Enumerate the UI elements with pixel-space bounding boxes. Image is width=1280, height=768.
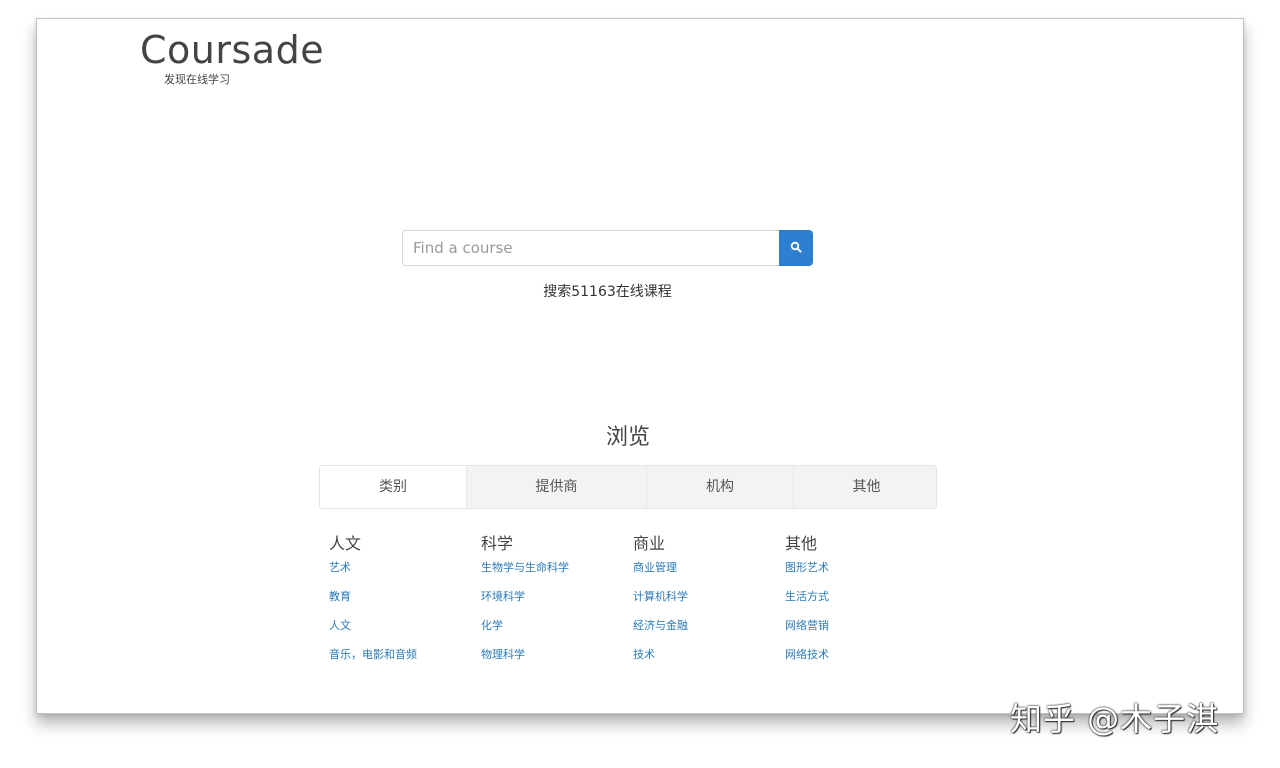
- category-link[interactable]: 网络营销: [785, 615, 937, 644]
- search-input[interactable]: [402, 230, 779, 266]
- watermark-text: 知乎 @木子淇: [1010, 700, 1220, 738]
- category-column-science: 科学 生物学与生命科学 环境科学 化学 物理科学: [481, 531, 633, 673]
- category-heading: 人文: [329, 534, 362, 553]
- category-link[interactable]: 计算机科学: [633, 586, 785, 615]
- category-columns: 人文 艺术 教育 人文 音乐，电影和音频 科学 生物学与生命科学 环境科学 化学…: [329, 531, 949, 673]
- category-link[interactable]: 教育: [329, 586, 481, 615]
- category-link[interactable]: 网络技术: [785, 644, 937, 673]
- category-link[interactable]: 生活方式: [785, 586, 937, 615]
- browse-heading: 浏览: [605, 425, 650, 450]
- course-count-text: 搜索51163在线课程: [543, 284, 672, 300]
- tab-other[interactable]: 其他: [793, 466, 936, 508]
- tab-providers[interactable]: 提供商: [466, 466, 646, 508]
- category-link[interactable]: 生物学与生命科学: [481, 557, 633, 586]
- category-column-humanities: 人文 艺术 教育 人文 音乐，电影和音频: [329, 531, 481, 673]
- search-icon: [790, 241, 802, 256]
- search-bar: [402, 230, 813, 266]
- site-logo[interactable]: Coursade: [140, 28, 324, 72]
- category-column-business: 商业 商业管理 计算机科学 经济与金融 技术: [633, 531, 785, 673]
- category-link[interactable]: 图形艺术: [785, 557, 937, 586]
- category-link[interactable]: 经济与金融: [633, 615, 785, 644]
- tab-institutions[interactable]: 机构: [646, 466, 793, 508]
- search-button[interactable]: [779, 230, 813, 266]
- category-link[interactable]: 技术: [633, 644, 785, 673]
- category-link[interactable]: 环境科学: [481, 586, 633, 615]
- tab-categories[interactable]: 类别: [320, 466, 466, 508]
- category-link[interactable]: 商业管理: [633, 557, 785, 586]
- category-link[interactable]: 人文: [329, 615, 481, 644]
- category-link[interactable]: 艺术: [329, 557, 481, 586]
- category-link[interactable]: 物理科学: [481, 644, 633, 673]
- site-tagline: 发现在线学习: [164, 73, 230, 86]
- category-column-other: 其他 图形艺术 生活方式 网络营销 网络技术: [785, 531, 937, 673]
- category-link[interactable]: 化学: [481, 615, 633, 644]
- category-heading: 科学: [481, 534, 514, 553]
- browser-page: Coursade 发现在线学习 搜索51163在线课程 浏览 类别 提供商 机构…: [36, 18, 1244, 714]
- category-heading: 其他: [785, 534, 818, 553]
- category-link[interactable]: 音乐，电影和音频: [329, 644, 481, 673]
- category-heading: 商业: [633, 534, 666, 553]
- browse-tabs: 类别 提供商 机构 其他: [319, 465, 937, 509]
